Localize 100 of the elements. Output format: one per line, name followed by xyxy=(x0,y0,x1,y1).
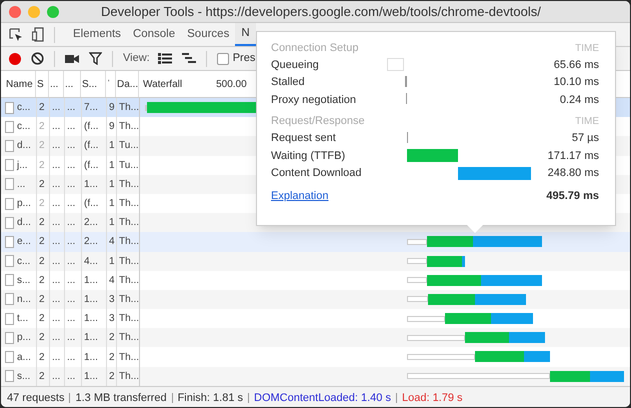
column-header[interactable]: ... xyxy=(65,76,74,92)
tick-mark xyxy=(405,76,407,86)
table-cell-text: c... xyxy=(17,101,30,116)
table-cell-text: 2 xyxy=(39,254,45,269)
inspect-icon[interactable] xyxy=(9,28,23,42)
phase-label: Waiting (TTFB) xyxy=(271,148,346,164)
clear-icon[interactable] xyxy=(31,52,44,65)
table-cell-text: ... xyxy=(52,350,60,365)
table-cell-text: 2 xyxy=(39,292,45,307)
table-cell-text: (f... xyxy=(84,120,98,134)
table-cell-text: Th... xyxy=(119,235,139,250)
table-cell-text: 1 xyxy=(109,139,115,154)
column-header[interactable]: Da... xyxy=(117,76,138,92)
file-icon xyxy=(5,236,14,248)
table-cell-text: ... xyxy=(52,274,60,288)
phase-label: Stalled xyxy=(271,75,306,90)
table-cell-text: 1... xyxy=(84,370,98,384)
table-cell-text: Th... xyxy=(119,350,139,365)
table-cell-text: 2 xyxy=(39,139,45,154)
table-cell-text: 3 xyxy=(109,292,115,307)
table-cell-text: ... xyxy=(67,178,76,192)
table-cell-text: ... xyxy=(52,331,60,346)
table-cell-text: ... xyxy=(67,139,76,154)
phase-label: Queueing xyxy=(271,58,320,72)
status-text: DOMContentLoaded: 1.40 s xyxy=(254,390,391,406)
request-row[interactable]: t... 2 ... ... 1... 3 Th... xyxy=(1,309,630,328)
phase-duration: 10.10 ms xyxy=(554,75,599,90)
table-cell-text: Tu... xyxy=(119,139,139,154)
request-row[interactable]: p... 2 ... ... 1... 2 Th... xyxy=(1,328,630,348)
table-cell-text: 2 xyxy=(39,120,45,134)
table-cell-text: Th... xyxy=(119,254,139,269)
table-cell-text: 2 xyxy=(39,235,45,250)
list-view-icon[interactable] xyxy=(158,53,172,64)
table-cell-text: 2 xyxy=(109,331,115,346)
column-header[interactable]: Waterfall xyxy=(143,76,182,92)
status-text: Load: 1.79 s xyxy=(402,390,463,406)
request-row[interactable]: e... 2 ... ... 2... 4 Th... xyxy=(1,232,630,252)
filter-icon[interactable] xyxy=(89,52,102,65)
column-header[interactable]: S xyxy=(37,76,44,92)
panel-tab[interactable]: N xyxy=(235,23,256,46)
section-heading: Request/Response xyxy=(271,114,365,130)
file-icon xyxy=(5,370,14,382)
table-cell-text: 1 xyxy=(109,158,115,173)
table-cell-text: 2 xyxy=(39,101,45,116)
table-cell-text: 1 xyxy=(109,197,115,212)
status-text: 1.3 MB transferred xyxy=(75,390,167,406)
phase-label: Proxy negotiation xyxy=(271,92,357,108)
table-cell-text: Th... xyxy=(119,292,139,307)
preserve-log-checkbox[interactable] xyxy=(216,52,229,64)
request-row[interactable]: s... 2 ... ... 1... 2 Th... xyxy=(1,366,630,386)
column-header[interactable]: S... xyxy=(82,76,98,92)
table-cell-text: ... xyxy=(52,158,60,173)
panel-tab[interactable]: Console xyxy=(126,23,182,46)
table-cell-text: 2 xyxy=(39,197,45,212)
table-cell-text: Th... xyxy=(119,197,139,212)
status-text: 47 requests xyxy=(7,390,64,406)
file-icon xyxy=(5,159,14,172)
table-cell-text: ... xyxy=(52,101,60,116)
table-cell-text: 1... xyxy=(84,178,98,192)
waterfall-view-icon[interactable] xyxy=(182,53,196,64)
tick-mark xyxy=(406,93,407,104)
total-duration: 495.79 ms xyxy=(546,188,599,204)
panel-tab[interactable]: Elements xyxy=(67,23,127,46)
table-cell-text: 2 xyxy=(39,370,45,384)
explanation-link[interactable]: Explanation xyxy=(271,188,328,204)
file-icon xyxy=(5,274,14,286)
column-header[interactable]: ... xyxy=(50,76,58,92)
table-cell-text: 9 xyxy=(109,101,115,116)
record-button[interactable] xyxy=(9,52,21,64)
request-row[interactable]: s... 2 ... ... 1... 4 Th... xyxy=(1,270,630,290)
column-header[interactable]: ˈ xyxy=(107,76,110,92)
panel-tab[interactable]: Sources xyxy=(181,23,236,46)
column-header[interactable]: Name xyxy=(6,76,33,92)
table-cell-text: 1... xyxy=(84,350,98,365)
table-cell-text: ... xyxy=(67,331,76,346)
file-icon xyxy=(5,178,14,190)
table-cell-text: 1 xyxy=(109,178,115,192)
table-cell-text: 1 xyxy=(109,216,115,230)
window-title: Developer Tools - https://developers.google.com/web/tools/chrome-devtools/ xyxy=(101,2,541,21)
table-cell-text: p... xyxy=(17,197,31,212)
device-icon[interactable] xyxy=(32,27,44,42)
table-cell-text: t... xyxy=(17,312,28,326)
table-cell-text: ... xyxy=(67,370,76,384)
table-cell-text: ... xyxy=(67,197,76,212)
table-cell-text: ... xyxy=(17,178,26,192)
table-cell-text: ... xyxy=(52,292,60,307)
request-row[interactable]: c... 2 ... ... 4... 1 Th... xyxy=(1,252,630,271)
request-row[interactable]: n... 2 ... ... 1... 3 Th... xyxy=(1,290,630,310)
table-cell-text: a... xyxy=(17,350,31,365)
table-cell-text: d... xyxy=(17,139,31,154)
table-cell-text: 9 xyxy=(109,120,115,134)
table-cell-text: 1 xyxy=(109,254,115,269)
camera-icon[interactable] xyxy=(65,54,79,64)
file-icon xyxy=(5,351,14,364)
table-cell-text: ... xyxy=(52,139,60,154)
table-cell-text: 1... xyxy=(84,331,98,346)
file-icon xyxy=(5,332,14,344)
preserve-log-label: Pres xyxy=(232,51,256,66)
file-icon xyxy=(5,198,14,210)
table-cell-text: ... xyxy=(67,292,76,307)
